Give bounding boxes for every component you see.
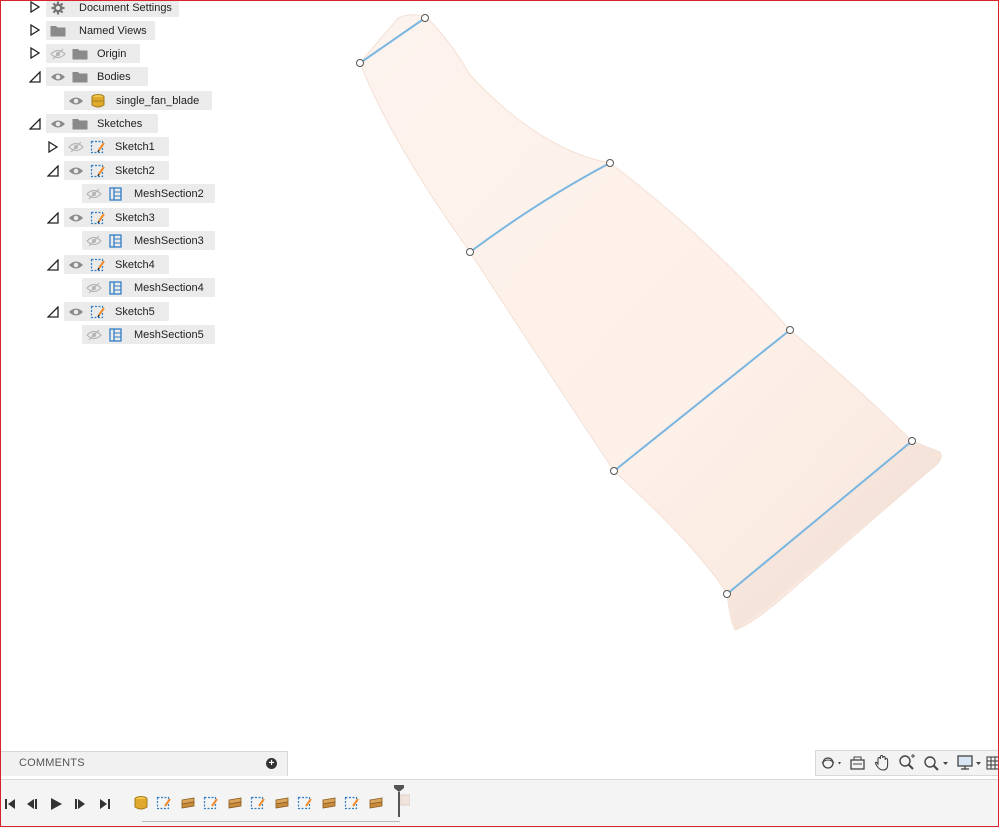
folder-icon: [49, 23, 67, 39]
browser-item-sketch1[interactable]: Sketch1: [64, 137, 169, 156]
timeline-feature-body[interactable]: [131, 793, 151, 813]
eye-hidden-icon[interactable]: [85, 186, 103, 202]
mesh-section-icon: [107, 280, 125, 296]
folder-icon: [71, 69, 89, 85]
gear-icon: [49, 0, 67, 16]
sketch-icon: [89, 139, 107, 155]
browser-item-single-fan-blade[interactable]: single_fan_blade: [64, 91, 212, 110]
comments-label: COMMENTS: [19, 757, 85, 769]
collapse-arrow-icon[interactable]: [46, 164, 60, 178]
browser-item-sketches[interactable]: Sketches: [46, 114, 158, 133]
expand-arrow-icon[interactable]: [28, 46, 42, 60]
browser-item-label: single_fan_blade: [116, 94, 200, 107]
browser-item-label: Document Settings: [79, 1, 172, 14]
eye-hidden-icon[interactable]: [49, 46, 67, 62]
timeline-feature-mesh-section[interactable]: [272, 793, 292, 813]
fan-blade-body[interactable]: [359, 14, 942, 631]
orbit-icon[interactable]: [817, 753, 845, 773]
sketch-icon: [89, 163, 107, 179]
timeline-feature-mesh-section[interactable]: [319, 793, 339, 813]
browser-item-label: MeshSection4: [134, 281, 204, 294]
browser-item-sketch2[interactable]: Sketch2: [64, 161, 169, 180]
step-back-icon[interactable]: [22, 794, 42, 814]
expand-arrow-icon[interactable]: [28, 23, 42, 37]
collapse-arrow-icon[interactable]: [46, 211, 60, 225]
eye-icon[interactable]: [49, 116, 67, 132]
timeline-feature-sketch[interactable]: [295, 793, 315, 813]
collapse-arrow-icon[interactable]: [46, 305, 60, 319]
eye-hidden-icon[interactable]: [85, 327, 103, 343]
timeline-feature-sketch[interactable]: [342, 793, 362, 813]
sketch-icon: [89, 257, 107, 273]
step-forward-icon[interactable]: [70, 794, 90, 814]
timeline-feature-sketch[interactable]: [201, 793, 221, 813]
eye-hidden-icon[interactable]: [85, 233, 103, 249]
sketch-icon: [89, 210, 107, 226]
timeline-track: [142, 815, 400, 822]
browser-item-label: Bodies: [97, 70, 131, 83]
eye-icon[interactable]: [67, 163, 85, 179]
browser-item-label: MeshSection3: [134, 234, 204, 247]
browser-item-label: Sketch1: [115, 140, 155, 153]
browser-item-label: Named Views: [79, 24, 147, 37]
fit-icon[interactable]: [921, 753, 951, 773]
browser-item-sketch5[interactable]: Sketch5: [64, 302, 169, 321]
eye-icon[interactable]: [67, 93, 85, 109]
browser-item-sketch4[interactable]: Sketch4: [64, 255, 169, 274]
eye-hidden-icon[interactable]: [67, 139, 85, 155]
browser-item-document-settings[interactable]: Document Settings: [46, 0, 179, 17]
browser-item-label: Sketch5: [115, 305, 155, 318]
browser-item-label: Sketches: [97, 117, 143, 130]
play-icon[interactable]: [46, 794, 66, 814]
look-at-icon[interactable]: [847, 753, 869, 773]
sketch-icon: [89, 304, 107, 320]
timeline-feature-sketch[interactable]: [154, 793, 174, 813]
eye-icon[interactable]: [67, 304, 85, 320]
comments-panel[interactable]: COMMENTS +: [0, 751, 288, 776]
timeline-feature-mesh-section[interactable]: [178, 793, 198, 813]
eye-hidden-icon[interactable]: [85, 280, 103, 296]
browser-item-origin[interactable]: Origin: [46, 44, 140, 63]
folder-icon: [71, 46, 89, 62]
pan-icon[interactable]: [871, 753, 893, 773]
browser-item-label: Sketch3: [115, 211, 155, 224]
browser-item-label: Sketch4: [115, 258, 155, 271]
browser-item-meshsection3[interactable]: MeshSection3: [82, 231, 215, 250]
browser-item-meshsection5[interactable]: MeshSection5: [82, 325, 215, 344]
body-icon: [89, 93, 107, 109]
browser-item-meshsection4[interactable]: MeshSection4: [82, 278, 215, 297]
timeline-feature-sketch[interactable]: [248, 793, 268, 813]
timeline-feature-mesh-section[interactable]: [225, 793, 245, 813]
collapse-arrow-icon[interactable]: [46, 258, 60, 272]
eye-icon[interactable]: [49, 69, 67, 85]
mesh-section-icon: [107, 186, 125, 202]
skip-to-start-icon[interactable]: [0, 794, 20, 814]
expand-arrow-icon[interactable]: [28, 0, 42, 14]
browser-item-label: Sketch2: [115, 164, 155, 177]
plus-circle-icon[interactable]: +: [266, 758, 277, 769]
grid-icon[interactable]: [985, 753, 999, 773]
browser-item-label: MeshSection2: [134, 187, 204, 200]
browser-item-meshsection2[interactable]: MeshSection2: [82, 184, 215, 203]
mesh-section-icon: [107, 233, 125, 249]
timeline-marker-icon[interactable]: [388, 785, 410, 817]
browser-item-label: Origin: [97, 47, 127, 60]
collapse-arrow-icon[interactable]: [28, 117, 42, 131]
folder-icon: [71, 116, 89, 132]
browser-item-bodies[interactable]: Bodies: [46, 67, 148, 86]
skip-to-end-icon[interactable]: [95, 794, 115, 814]
browser-item-sketch3[interactable]: Sketch3: [64, 208, 169, 227]
timeline-feature-mesh-section[interactable]: [366, 793, 386, 813]
eye-icon[interactable]: [67, 257, 85, 273]
mesh-section-icon: [107, 327, 125, 343]
expand-arrow-icon[interactable]: [46, 140, 60, 154]
collapse-arrow-icon[interactable]: [28, 70, 42, 84]
timeline-bar: [0, 779, 999, 828]
browser-item-label: MeshSection5: [134, 328, 204, 341]
navigation-toolbar: [815, 750, 999, 776]
eye-icon[interactable]: [67, 210, 85, 226]
browser-item-named-views[interactable]: Named Views: [46, 21, 155, 40]
zoom-icon[interactable]: [896, 753, 918, 773]
display-settings-icon[interactable]: [955, 753, 985, 773]
